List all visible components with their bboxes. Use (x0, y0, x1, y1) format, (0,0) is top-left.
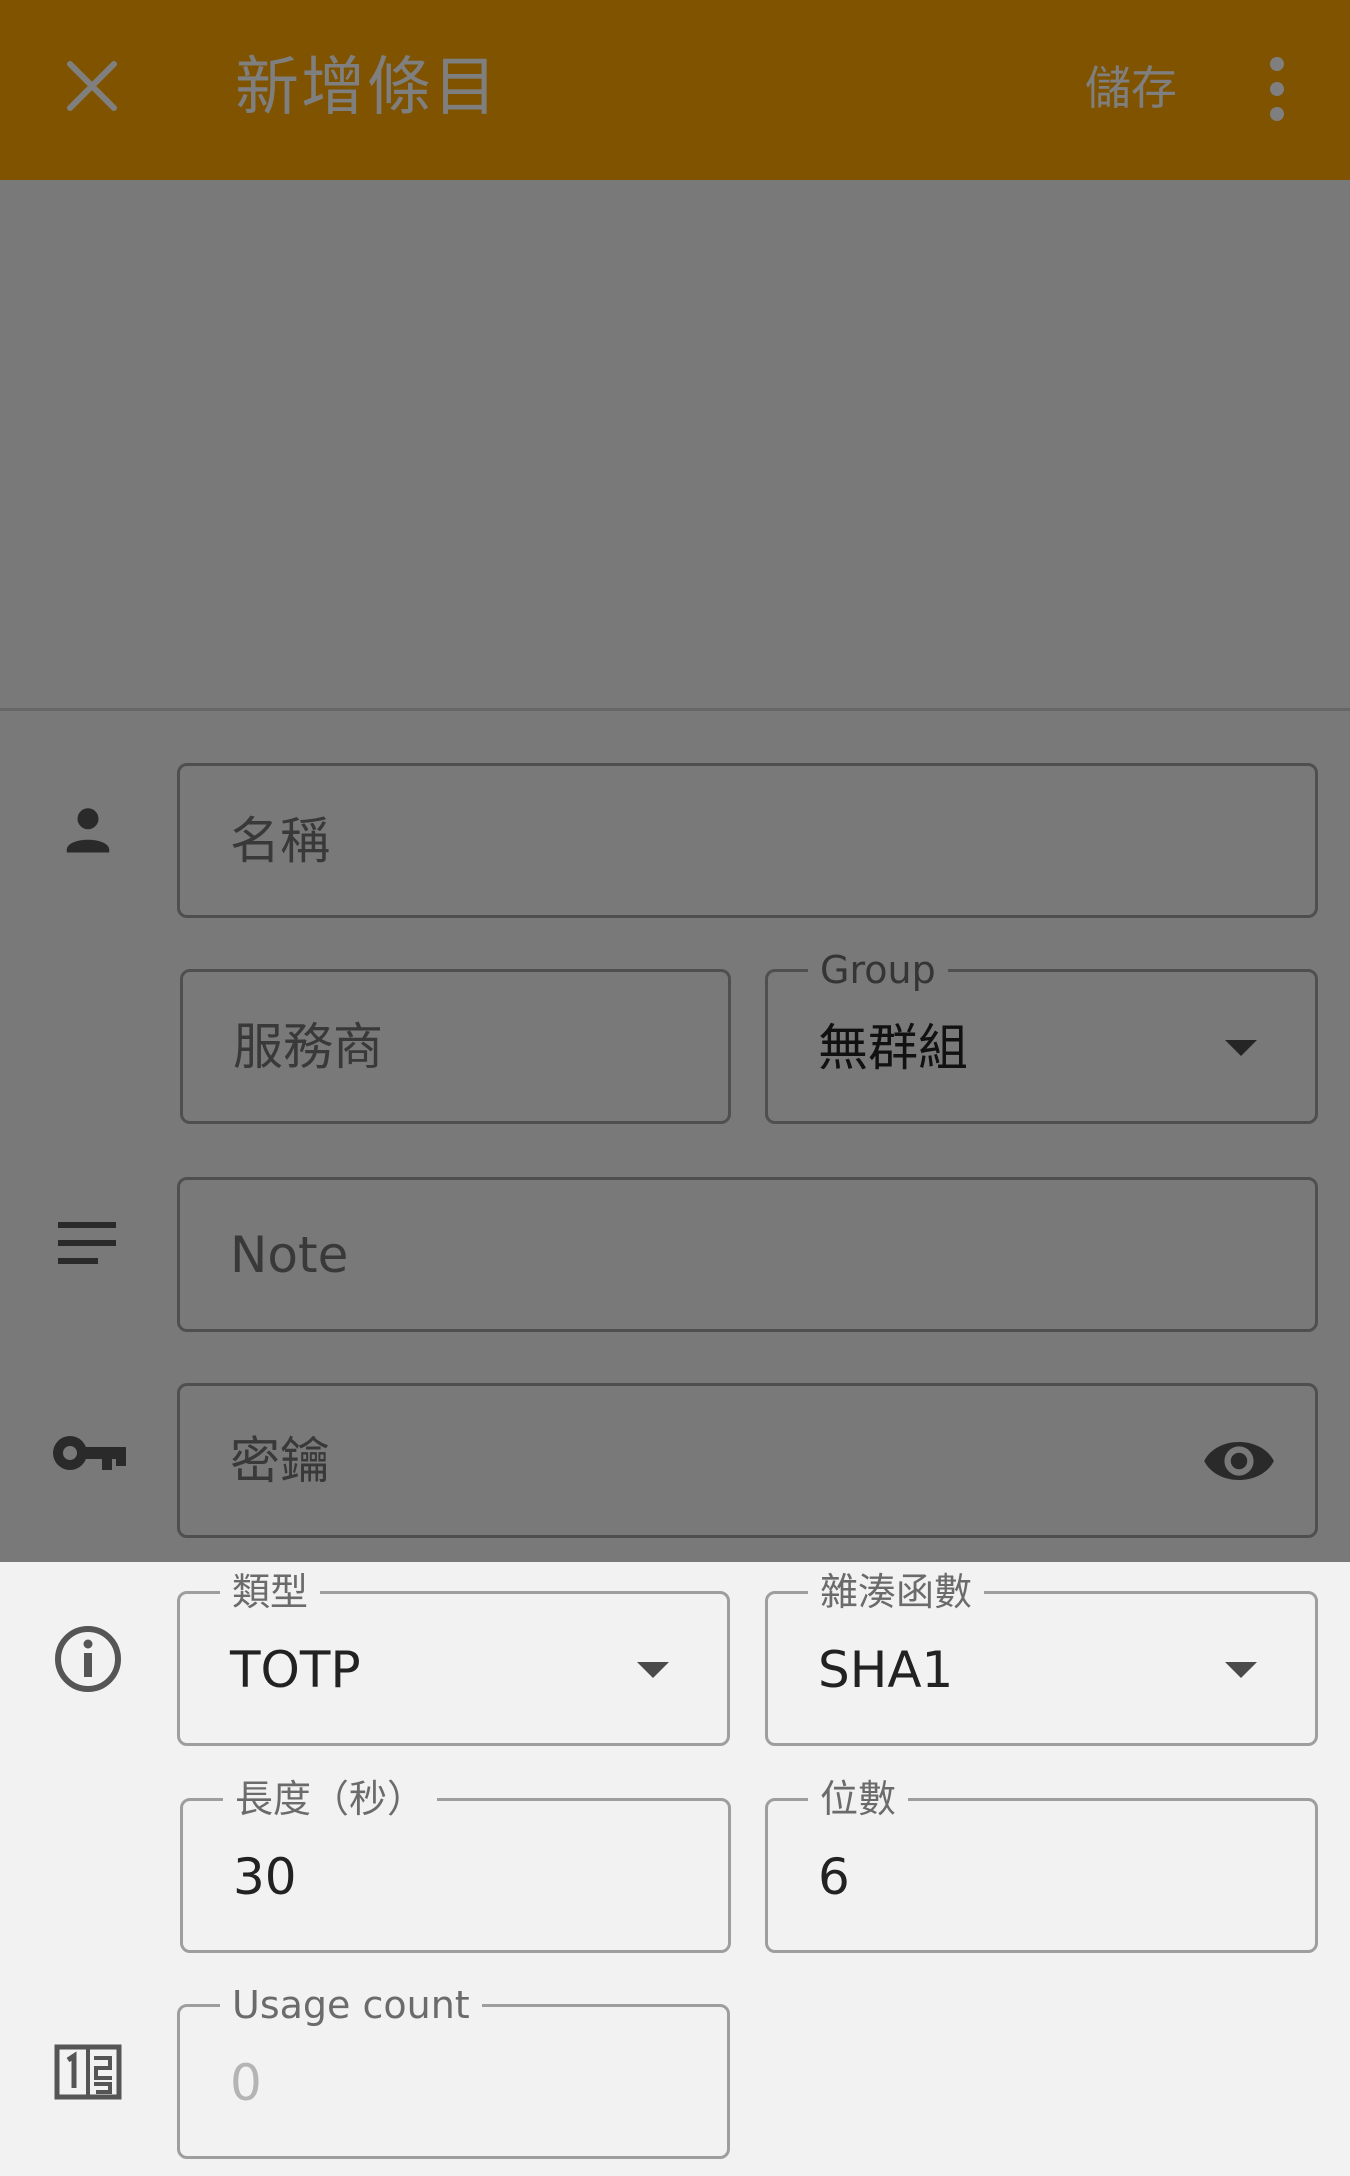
person-icon (66, 808, 110, 853)
usage-count-label: Usage count (220, 1981, 482, 2029)
type-dropdown[interactable]: 類型 TOTP (177, 1568, 730, 1746)
group-value: 無群組 (818, 1019, 968, 1077)
dropdown-arrow-icon (1225, 1040, 1257, 1056)
period-field[interactable]: 長度（秒） 30 (180, 1775, 731, 1953)
divider (0, 708, 1350, 711)
usage-count-value: 0 (230, 2054, 262, 2112)
page-title: 新增條目 (235, 51, 499, 125)
issuer-placeholder: 服務商 (233, 1017, 383, 1076)
close-icon[interactable] (62, 56, 122, 116)
notes-icon (58, 1222, 116, 1264)
secret-field[interactable]: 密鑰 (177, 1383, 1318, 1538)
period-label: 長度（秒） (223, 1775, 438, 1823)
note-field[interactable]: Note (177, 1177, 1318, 1332)
counter-icon (54, 2044, 122, 2100)
algorithm-label: 雜湊函數 (808, 1568, 985, 1616)
entry-icon-area[interactable] (0, 180, 1350, 710)
secret-placeholder: 密鑰 (230, 1431, 330, 1490)
group-label: Group (808, 946, 948, 994)
name-field[interactable]: 名稱 (177, 763, 1318, 918)
type-label: 類型 (220, 1568, 321, 1616)
period-value: 30 (233, 1848, 297, 1906)
algorithm-value: SHA1 (818, 1641, 954, 1699)
eye-icon[interactable] (1201, 1426, 1277, 1496)
key-icon (53, 1436, 126, 1470)
dropdown-arrow-icon (1225, 1662, 1257, 1678)
save-button[interactable]: 儲存 (1085, 56, 1177, 120)
digits-value: 6 (818, 1848, 850, 1906)
digits-label: 位數 (808, 1775, 909, 1823)
more-vert-icon[interactable] (1262, 56, 1292, 122)
digits-field[interactable]: 位數 6 (765, 1775, 1318, 1953)
app-bar: 新增條目 儲存 (0, 0, 1350, 180)
info-icon (55, 1626, 121, 1692)
group-dropdown[interactable]: Group 無群組 (765, 946, 1318, 1124)
dropdown-arrow-icon (637, 1662, 669, 1678)
name-placeholder: 名稱 (230, 811, 330, 870)
usage-count-field[interactable]: Usage count 0 (177, 1981, 730, 2159)
note-placeholder: Note (230, 1225, 349, 1284)
type-value: TOTP (230, 1641, 361, 1699)
issuer-field[interactable]: 服務商 (180, 969, 731, 1124)
algorithm-dropdown[interactable]: 雜湊函數 SHA1 (765, 1568, 1318, 1746)
